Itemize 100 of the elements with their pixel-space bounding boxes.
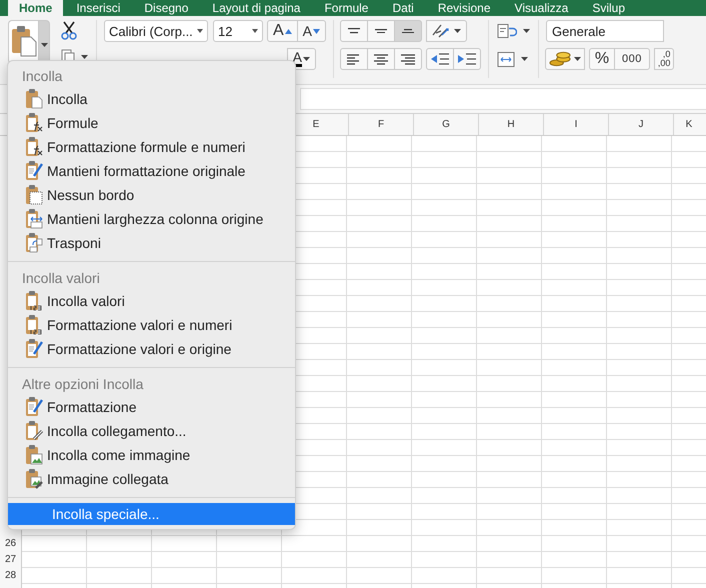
menu-item-label: Formattazione valori e origine	[47, 341, 232, 357]
decrease-font-size-button[interactable]: A	[296, 20, 326, 42]
increase-indent-button[interactable]	[453, 48, 482, 70]
menu-item-label: Incolla collegamento...	[47, 423, 186, 439]
menu-item-label: Formattazione	[47, 399, 136, 415]
indent-icon	[458, 53, 477, 65]
clipboard-icon	[26, 291, 43, 311]
align-lines-icon	[401, 54, 416, 64]
currency-button[interactable]	[545, 48, 586, 70]
font-family-value: Calibri (Corp...	[109, 24, 193, 38]
caret-icon	[252, 29, 258, 33]
menu-item[interactable]: Formattazione formule e numeri	[8, 135, 295, 159]
clipboard-icon	[11, 24, 37, 56]
menu-item-label: Immagine collegata	[47, 471, 168, 487]
menu-item[interactable]: Formattazione valori e numeri	[8, 313, 295, 337]
clipboard-icon	[26, 469, 43, 489]
formula-field[interactable]	[300, 88, 706, 110]
clipboard-icon	[26, 339, 43, 359]
column-header[interactable]: G	[413, 114, 478, 135]
menu-item[interactable]: Mantieni formattazione originale	[8, 159, 295, 183]
outdent-icon	[430, 53, 450, 65]
menu-item[interactable]: Formattazione	[8, 395, 295, 419]
menu-item[interactable]: Formattazione valori e origine	[8, 337, 295, 361]
column-header[interactable]: J	[608, 114, 673, 135]
horizontal-align-button[interactable]	[340, 48, 368, 70]
row-header[interactable]: 28	[0, 568, 21, 584]
align-lines-icon	[374, 54, 388, 64]
menu-section-heading: Incolla	[21, 67, 64, 86]
decrease-indent-button[interactable]	[426, 48, 454, 70]
caret-icon	[197, 29, 203, 33]
row-header[interactable]: 27	[0, 552, 21, 568]
angled-text-icon	[432, 23, 450, 39]
menu-item-label: Incolla come immagine	[47, 447, 190, 463]
increase-font-size-button[interactable]: A	[267, 20, 298, 42]
vertical-align-button[interactable]	[340, 20, 368, 42]
menu-item[interactable]: Incolla	[8, 87, 295, 111]
number-format-field[interactable]: Generale	[546, 20, 664, 42]
menu-item[interactable]: Nessun bordo	[8, 183, 295, 207]
ribbon-tab[interactable]: Formule	[313, 0, 380, 16]
menu-item[interactable]: Mantieni larghezza colonna origine	[8, 207, 295, 231]
clipboard-icon	[26, 421, 43, 441]
column-header[interactable]: H	[478, 114, 543, 135]
text-orientation-button[interactable]	[426, 20, 468, 42]
ribbon-tab[interactable]: Inserisci	[65, 0, 132, 16]
menu-item-label: Formattazione formule e numeri	[47, 139, 246, 155]
ribbon-tab[interactable]: Home	[8, 0, 64, 16]
clipboard-icon	[26, 137, 43, 157]
ribbon-tab[interactable]: Visualizza	[504, 0, 580, 16]
coins-icon	[549, 51, 572, 67]
menu-item-label: Nessun bordo	[47, 187, 134, 203]
menu-item-label: Mantieni formattazione originale	[47, 163, 246, 179]
caret-icon	[454, 29, 462, 33]
align-lines-icon	[402, 28, 414, 34]
font-size-dropdown[interactable]: 12	[213, 20, 263, 42]
clipboard-icon	[26, 209, 43, 229]
menu-item-label: Mantieni larghezza colonna origine	[47, 211, 264, 227]
menu-item[interactable]: Incolla speciale...	[8, 503, 295, 525]
horizontal-align-button[interactable]	[367, 48, 396, 70]
menu-item-label: Formattazione valori e numeri	[47, 317, 232, 333]
menu-item-label: Formule	[47, 115, 98, 131]
menu-item[interactable]: Trasponi	[8, 231, 295, 255]
caret-icon	[574, 57, 582, 61]
menu-item-label: Trasponi	[47, 235, 101, 251]
scissors-icon	[61, 21, 77, 41]
ribbon-tab[interactable]: Layout di pagina	[201, 0, 312, 16]
menu-section-heading: Incolla valori	[21, 269, 101, 288]
merge-cells-icon	[497, 52, 516, 66]
clipboard-icon	[26, 397, 43, 417]
caret-icon	[521, 57, 528, 61]
ribbon-tab[interactable]: Svilup	[581, 0, 636, 16]
clipboard-icon	[26, 185, 43, 205]
increase-decimal-button[interactable]: ,0 ,00	[654, 48, 674, 70]
menu-item[interactable]: Incolla valori	[8, 289, 295, 313]
align-lines-icon	[347, 54, 362, 64]
paste-button[interactable]	[8, 20, 38, 64]
menu-section-heading: Altre opzioni Incolla	[21, 375, 144, 394]
clipboard-icon	[26, 161, 43, 181]
column-header[interactable]: I	[543, 114, 608, 135]
caret-icon	[303, 57, 310, 61]
percent-button[interactable]: %	[589, 48, 616, 70]
font-size-value: 12	[218, 24, 232, 38]
caret-icon	[523, 29, 530, 33]
row-header[interactable]: 26	[0, 536, 21, 552]
horizontal-align-button[interactable]	[394, 48, 422, 70]
clipboard-icon	[26, 89, 43, 109]
ribbon-tab[interactable]: Revisione	[426, 0, 502, 16]
up-triangle-icon	[284, 28, 292, 34]
ribbon-tab[interactable]: Dati	[381, 0, 425, 16]
menu-item[interactable]: Immagine collegata	[8, 467, 295, 491]
menu-item-label: Incolla	[47, 91, 88, 107]
column-header[interactable]: F	[348, 114, 413, 135]
menu-item[interactable]: Incolla come immagine	[8, 443, 295, 467]
vertical-align-button[interactable]	[367, 20, 396, 42]
font-family-dropdown[interactable]: Calibri (Corp...	[104, 20, 208, 42]
menu-item[interactable]: Incolla collegamento...	[8, 419, 295, 443]
ribbon-tab[interactable]: Disegno	[133, 0, 200, 16]
column-header[interactable]: K	[673, 114, 704, 135]
vertical-align-button[interactable]	[394, 20, 422, 42]
clipboard-icon	[26, 445, 43, 465]
clipboard-icon	[26, 315, 43, 335]
